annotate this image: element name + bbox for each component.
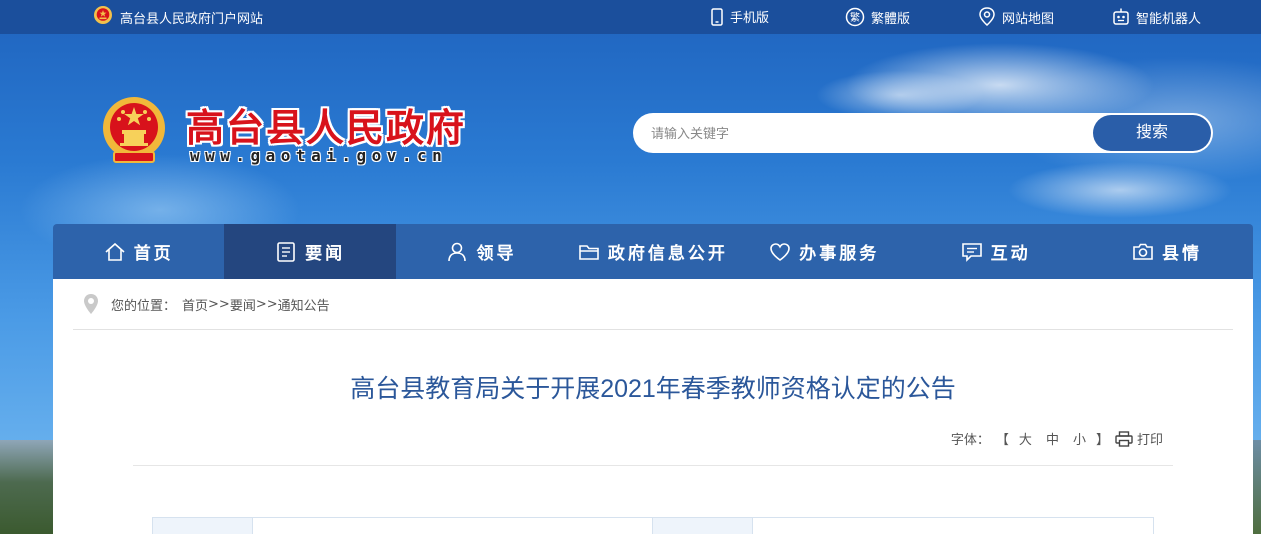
national-emblem-logo-icon: [103, 97, 165, 163]
site-map-link[interactable]: 网站地图: [978, 7, 1054, 27]
article-tools: 字体： 【 大 中 小 】 打印: [951, 429, 1163, 448]
home-icon: [105, 242, 125, 261]
smart-robot-link[interactable]: 智能机器人: [1112, 7, 1201, 27]
nav-item-services-label: 办事服务: [799, 244, 880, 264]
breadcrumb-prefix: 您的位置：: [111, 298, 177, 314]
folder-icon: [579, 244, 599, 260]
background-landscape-left: [0, 440, 60, 534]
traditional-chinese-link[interactable]: 繁 繁體版: [845, 7, 910, 27]
logo-url: www.gaotai.gov.cn: [190, 146, 448, 165]
meta-value-cell: [753, 518, 1153, 534]
breadcrumb-separator: >>: [255, 296, 278, 312]
title-divider: [133, 465, 1173, 466]
search-input[interactable]: [651, 113, 1091, 153]
nav-item-interaction-label: 互动: [990, 244, 1031, 264]
nav-item-leaders-label: 领导: [476, 244, 517, 264]
mobile-version-link[interactable]: 手机版: [710, 7, 769, 26]
article-title: 高台县教育局关于开展2021年春季教师资格认定的公告: [350, 375, 956, 403]
nav-item-home-label: 首页: [133, 244, 174, 264]
print-button[interactable]: 打印: [1115, 429, 1163, 448]
chat-icon: [961, 242, 982, 262]
nav-item-home[interactable]: 首页: [53, 224, 224, 279]
font-size-large[interactable]: 大: [1015, 429, 1036, 448]
nav-item-news[interactable]: 要闻: [224, 224, 396, 279]
top-bar: 高台县人民政府门户网站 手机版 繁 繁體版 网站地图 智能机器人: [0, 0, 1261, 34]
camera-icon: [1133, 243, 1153, 260]
printer-icon: [1115, 430, 1133, 447]
national-emblem-small-icon: [94, 6, 112, 24]
person-icon: [448, 242, 467, 261]
nav-item-county-info[interactable]: 县情: [1081, 224, 1252, 279]
breadcrumb-separator: >>: [208, 296, 230, 312]
nav-item-county-info-label: 县情: [1162, 244, 1203, 264]
mobile-icon: [711, 7, 723, 26]
font-size-small[interactable]: 小: [1069, 429, 1090, 448]
breadcrumb-home[interactable]: 首页: [182, 295, 208, 314]
article-meta-table: [152, 517, 1154, 534]
location-pin-icon: [84, 294, 98, 314]
search-box: 搜索: [633, 113, 1213, 153]
heart-icon: [770, 242, 791, 261]
meta-label-cell: [653, 518, 753, 534]
main-nav: 首页 要闻 领导 政府信息公开 办事服务 互动 县情: [53, 224, 1253, 279]
breadcrumb-news[interactable]: 要闻: [230, 295, 256, 314]
site-map-label: 网站地图: [1002, 11, 1055, 27]
news-icon: [277, 241, 295, 262]
logo-title: 高台县人民政府: [186, 105, 467, 150]
nav-item-gov-info-label: 政府信息公开: [607, 244, 728, 264]
site-name: 高台县人民政府门户网站: [120, 12, 264, 27]
close-bracket: 】: [1095, 433, 1109, 448]
font-size-medium[interactable]: 中: [1042, 429, 1063, 448]
search-button[interactable]: 搜索: [1093, 115, 1211, 151]
breadcrumb-notices[interactable]: 通知公告: [278, 295, 330, 314]
nav-item-leaders[interactable]: 领导: [396, 224, 567, 279]
mobile-version-label: 手机版: [730, 11, 770, 26]
font-size-label: 字体：: [950, 433, 990, 448]
traditional-chinese-label: 繁體版: [871, 11, 911, 27]
robot-icon: [1113, 8, 1129, 25]
map-pin-icon: [979, 7, 995, 26]
nav-item-news-label: 要闻: [305, 244, 346, 264]
content-area: 您的位置： 首页 >> 要闻 >> 通知公告 高台县教育局关于开展2021年春季…: [53, 279, 1253, 534]
smart-robot-label: 智能机器人: [1136, 11, 1202, 27]
meta-value-cell: [253, 518, 653, 534]
traditional-chinese-icon: 繁: [845, 7, 865, 27]
nav-item-services[interactable]: 办事服务: [739, 224, 910, 279]
svg-text:繁: 繁: [850, 11, 860, 24]
open-bracket: 【: [995, 433, 1009, 448]
print-label: 打印: [1136, 433, 1163, 448]
meta-label-cell: [153, 518, 253, 534]
nav-item-gov-info[interactable]: 政府信息公开: [567, 224, 738, 279]
nav-item-interaction[interactable]: 互动: [910, 224, 1081, 279]
breadcrumb: 您的位置： 首页 >> 要闻 >> 通知公告: [73, 279, 1233, 330]
